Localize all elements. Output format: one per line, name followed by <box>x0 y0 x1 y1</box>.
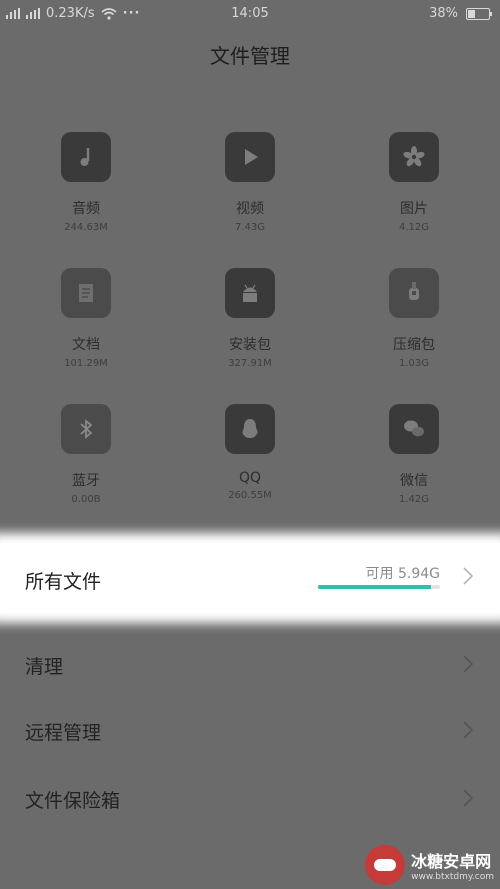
free-space-text: 可用 5.94G <box>365 566 440 582</box>
menu-item-clean[interactable]: 清理 <box>0 634 500 694</box>
battery-icon <box>466 7 492 20</box>
category-size: 0.00B <box>71 494 101 505</box>
chevron-right-icon <box>463 655 474 673</box>
category-label: 图片 <box>400 201 428 217</box>
watermark: 冰糖安卓网 www.btxtdmy.com <box>365 845 494 885</box>
android-icon <box>225 268 275 318</box>
battery-percent: 38% <box>429 6 458 21</box>
watermark-name: 冰糖安卓网 <box>411 852 492 871</box>
watermark-url: www.btxtdmy.com <box>411 872 494 882</box>
menu-item-file-safe[interactable]: 文件保险箱 <box>0 768 500 828</box>
category-size: 1.03G <box>398 358 429 369</box>
category-documents[interactable]: 文档 101.29M <box>6 268 166 369</box>
chevron-right-icon <box>463 567 474 585</box>
category-label: 音频 <box>72 201 100 217</box>
category-size: 4.12G <box>398 222 429 233</box>
category-size: 1.42G <box>398 494 429 505</box>
bluetooth-icon <box>61 404 111 454</box>
category-apk[interactable]: 安装包 327.91M <box>170 268 330 369</box>
menu-item-label: 文件保险箱 <box>25 790 121 812</box>
storage-used-fill <box>318 585 432 589</box>
menu-item-label: 远程管理 <box>25 722 102 744</box>
category-images[interactable]: 图片 4.12G <box>334 132 494 233</box>
category-wechat[interactable]: 微信 1.42G <box>334 404 494 505</box>
chevron-right-icon <box>463 721 474 739</box>
category-label: 文档 <box>72 337 100 353</box>
category-size: 327.91M <box>228 358 272 369</box>
menu-item-remote-management[interactable]: 远程管理 <box>0 700 500 760</box>
category-size: 7.43G <box>234 222 265 233</box>
zip-icon <box>389 268 439 318</box>
status-right: 38% <box>429 6 492 21</box>
all-files-label: 所有文件 <box>25 571 102 593</box>
status-bar: 0.23K/s ··· 14:05 38% <box>0 0 500 28</box>
category-label: 微信 <box>400 473 428 489</box>
flower-icon <box>389 132 439 182</box>
storage-usage-bar <box>318 585 440 589</box>
category-label: 压缩包 <box>393 337 435 353</box>
category-label: 安装包 <box>229 337 271 353</box>
menu-item-label: 清理 <box>25 656 64 678</box>
watermark-logo-icon <box>365 845 406 885</box>
category-qq[interactable]: QQ 260.55M <box>170 404 330 501</box>
category-label: 蓝牙 <box>72 473 100 489</box>
wechat-icon <box>389 404 439 454</box>
category-video[interactable]: 视频 7.43G <box>170 132 330 233</box>
category-audio[interactable]: 音频 244.63M <box>6 132 166 233</box>
category-size: 101.29M <box>64 358 108 369</box>
play-icon <box>225 132 275 182</box>
category-size: 244.63M <box>64 222 108 233</box>
chevron-right-icon <box>463 789 474 807</box>
all-files-row[interactable]: 所有文件 可用 5.94G <box>0 543 500 613</box>
category-bluetooth[interactable]: 蓝牙 0.00B <box>6 404 166 505</box>
page-title: 文件管理 <box>210 44 290 68</box>
category-label: QQ <box>238 470 262 486</box>
category-archives[interactable]: 压缩包 1.03G <box>334 268 494 369</box>
document-icon <box>61 268 111 318</box>
category-size: 260.55M <box>228 490 272 501</box>
qq-icon <box>225 404 275 454</box>
status-time: 14:05 <box>231 6 269 21</box>
category-label: 视频 <box>236 201 264 217</box>
music-note-icon <box>61 132 111 182</box>
